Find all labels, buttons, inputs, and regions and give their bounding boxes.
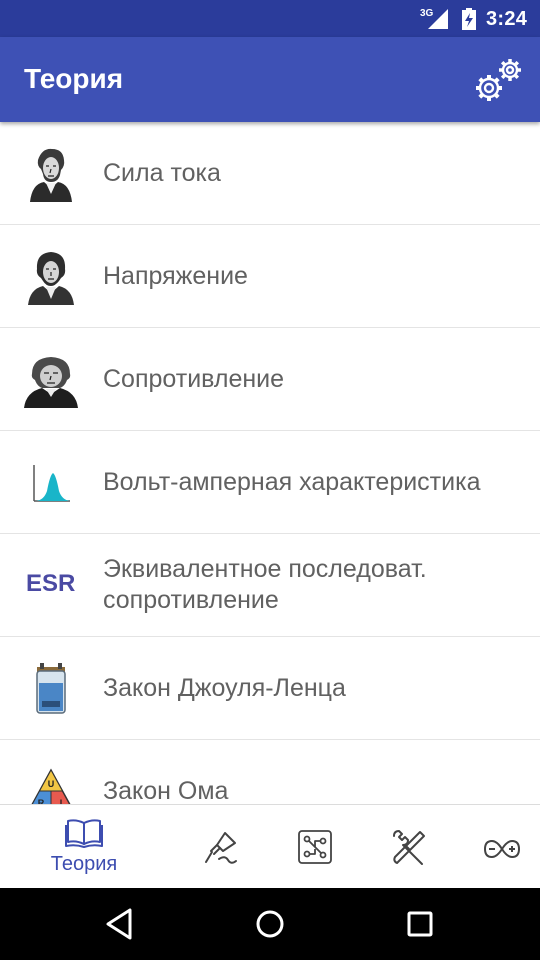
page-title: Теория bbox=[24, 63, 124, 94]
book-icon bbox=[65, 819, 103, 848]
list-item-label: Закон Джоуля-Ленца bbox=[103, 673, 346, 702]
clock: 3:24 bbox=[486, 8, 528, 30]
soldering-iron-icon bbox=[205, 832, 237, 864]
list-item-label: Закон Ома bbox=[103, 776, 229, 805]
ohm-portrait-icon bbox=[22, 350, 80, 408]
list-item[interactable]: Сопротивление bbox=[0, 328, 540, 431]
curve-chart-icon bbox=[22, 453, 80, 511]
volta-portrait-icon bbox=[22, 247, 80, 305]
list-item[interactable]: Сила тока bbox=[0, 122, 540, 225]
bottom-nav: Теория bbox=[0, 804, 540, 888]
tab-circuit[interactable] bbox=[290, 805, 340, 889]
status-bar: 3G 3:24 bbox=[0, 0, 540, 37]
list-item-label: Напряжение bbox=[103, 261, 248, 290]
list-item-label: Вольт-амперная характеристика bbox=[103, 467, 481, 496]
svg-text:U: U bbox=[48, 779, 55, 789]
tools-icon bbox=[393, 830, 425, 865]
ampere-portrait-icon bbox=[22, 144, 80, 202]
back-icon[interactable] bbox=[98, 902, 142, 946]
tab-theory-label: Теория bbox=[50, 853, 118, 875]
list-item-label: Сопротивление bbox=[103, 364, 285, 393]
list-item[interactable]: Закон Джоуля-Ленца bbox=[0, 637, 540, 740]
list-item[interactable]: Вольт-амперная характеристика bbox=[0, 431, 540, 534]
tab-arduino[interactable] bbox=[478, 805, 528, 889]
list-item[interactable]: U R I Закон Ома bbox=[0, 740, 540, 804]
esr-icon: ESR bbox=[26, 570, 76, 597]
circuit-board-icon bbox=[298, 830, 332, 864]
ohm-triangle-icon: U R I bbox=[22, 762, 80, 804]
system-nav-bar bbox=[0, 888, 540, 960]
tab-tools[interactable] bbox=[384, 805, 434, 889]
settings-gears-icon[interactable] bbox=[470, 55, 526, 107]
arduino-icon bbox=[483, 839, 521, 859]
battery-icon bbox=[462, 8, 476, 30]
list-item[interactable]: Напряжение bbox=[0, 225, 540, 328]
theory-list: Сила тока Напряжение Сопротивление Вольт… bbox=[0, 122, 540, 804]
list-item-label: Эквивалентное последоват. сопротивление bbox=[103, 555, 427, 614]
recents-icon[interactable] bbox=[398, 902, 442, 946]
signal-icon bbox=[428, 9, 448, 29]
tab-theory[interactable]: Теория bbox=[34, 805, 134, 889]
home-icon[interactable] bbox=[248, 902, 292, 946]
jar-icon bbox=[22, 659, 80, 717]
app-bar: Теория bbox=[0, 37, 540, 122]
list-item-label: Сила тока bbox=[103, 158, 221, 187]
list-item[interactable]: ESR Эквивалентное последоват. сопротивле… bbox=[0, 534, 540, 637]
tab-soldering[interactable] bbox=[196, 805, 246, 889]
